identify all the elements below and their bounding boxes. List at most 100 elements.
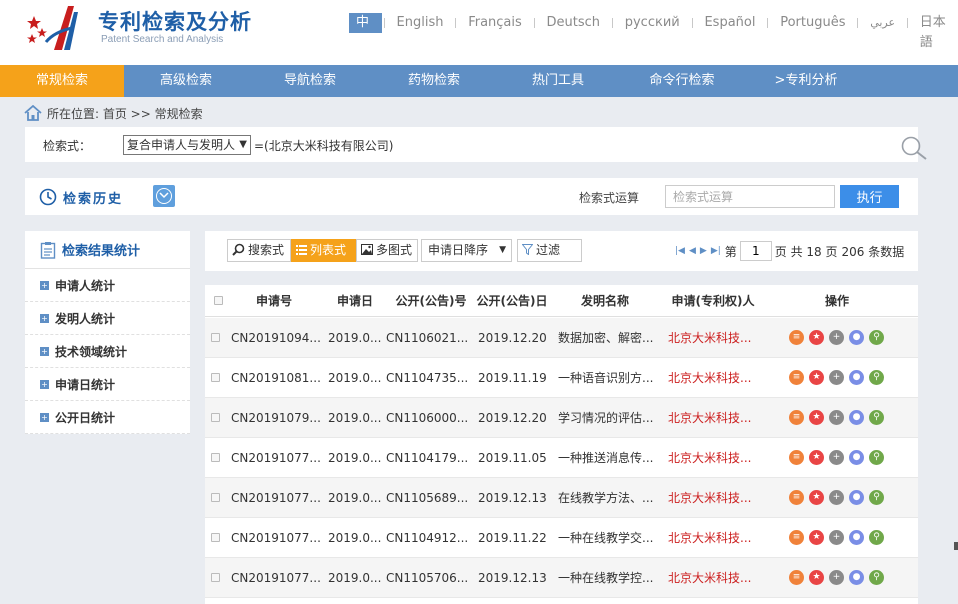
cell-pub-no[interactable]: CN1104912... (386, 518, 474, 557)
multi-image-view-button[interactable]: 多图式 (356, 239, 418, 262)
nav-regular-search[interactable]: 常规检索 (0, 65, 124, 97)
table-row[interactable]: CN20191081... 2019.0... CN1104735... 201… (205, 358, 918, 398)
cell-app-no[interactable]: CN20191077... (231, 478, 323, 517)
table-row[interactable]: CN20191077... 2019.0... CN1104179... 201… (205, 438, 918, 478)
cell-app-no[interactable]: CN20191077... (231, 518, 323, 557)
stat-inventor[interactable]: + 发明人统计 (25, 302, 190, 335)
col-app-no[interactable]: 申请号 (231, 285, 317, 316)
expression-view-button[interactable]: 搜索式 (227, 239, 291, 262)
search-icon[interactable]: ⚲ (869, 410, 884, 425)
cell-pub-no[interactable]: CN1105689... (386, 478, 474, 517)
list-icon[interactable]: ≡ (789, 570, 804, 585)
list-icon[interactable]: ≡ (789, 370, 804, 385)
table-row[interactable]: CN20191094... 2019.0... CN1106021... 201… (205, 318, 918, 358)
plus-icon[interactable]: + (829, 570, 844, 585)
star-icon[interactable]: ★ (809, 330, 824, 345)
list-icon[interactable]: ≡ (789, 330, 804, 345)
lang-ru[interactable]: русский (615, 13, 690, 33)
stat-pub-date[interactable]: + 公开日统计 (25, 401, 190, 434)
stat-applicant[interactable]: + 申请人统计 (25, 269, 190, 302)
search-icon[interactable]: ⚲ (869, 450, 884, 465)
list-icon[interactable]: ≡ (789, 490, 804, 505)
stat-tech-field[interactable]: + 技术领域统计 (25, 335, 190, 368)
user-icon[interactable]: ● (849, 490, 864, 505)
plus-icon[interactable]: + (829, 530, 844, 545)
star-icon[interactable]: ★ (809, 370, 824, 385)
prev-page-icon[interactable]: ◀ (689, 246, 696, 256)
search-field-select[interactable]: 复合申请人与发明人 ▼ (123, 135, 251, 155)
row-checkbox[interactable] (211, 333, 220, 342)
table-row[interactable]: CN20191079... 2019.0... CN1106000... 201… (205, 398, 918, 438)
plus-icon[interactable]: + (829, 330, 844, 345)
expression-operation-input[interactable] (665, 185, 835, 208)
cell-title[interactable]: 一种推送消息传... (558, 438, 656, 477)
plus-icon[interactable]: + (829, 370, 844, 385)
history-expand-button[interactable] (153, 185, 175, 207)
last-page-icon[interactable]: ▶| (711, 246, 721, 256)
cell-applicant[interactable]: 北京大米科技... (668, 318, 764, 357)
cell-applicant[interactable]: 北京大米科技... (668, 478, 764, 517)
cell-applicant[interactable]: 北京大米科技... (668, 358, 764, 397)
lang-zh[interactable]: 中文 (349, 13, 382, 50)
plus-icon[interactable]: + (829, 490, 844, 505)
nav-advanced-search[interactable]: 高级检索 (124, 65, 248, 97)
star-icon[interactable]: ★ (809, 530, 824, 545)
nav-command-search[interactable]: 命令行检索 (620, 65, 744, 97)
list-view-button[interactable]: 列表式 (291, 239, 356, 262)
cell-title[interactable]: 一种在线教学交... (558, 518, 656, 557)
col-applicant[interactable]: 申请(专利权)人 (663, 285, 763, 316)
nav-patent-analysis[interactable]: >专利分析 (744, 65, 868, 97)
list-icon[interactable]: ≡ (789, 450, 804, 465)
search-icon[interactable]: ⚲ (869, 490, 884, 505)
col-title[interactable]: 发明名称 (557, 285, 653, 316)
search-expression[interactable]: =(北京大米科技有限公司) (254, 137, 393, 154)
lang-pt[interactable]: Português (770, 13, 855, 33)
nav-hot-tools[interactable]: 热门工具 (496, 65, 620, 97)
cell-pub-no[interactable]: CN1106021... (386, 318, 474, 357)
lang-ja[interactable]: 日本語 (910, 13, 958, 50)
cell-title[interactable]: 学习情况的评估... (558, 398, 656, 437)
list-icon[interactable]: ≡ (789, 530, 804, 545)
row-checkbox[interactable] (211, 493, 220, 502)
table-row[interactable]: CN20191077... 2019.0... CN1104912... 201… (205, 518, 918, 558)
user-icon[interactable]: ● (849, 450, 864, 465)
cell-applicant[interactable]: 北京大米科技... (668, 558, 764, 597)
search-icon[interactable]: ⚲ (869, 370, 884, 385)
row-checkbox[interactable] (211, 453, 220, 462)
user-icon[interactable]: ● (849, 330, 864, 345)
user-icon[interactable]: ● (849, 410, 864, 425)
lang-fr[interactable]: Français (458, 13, 532, 33)
first-page-icon[interactable]: |◀ (675, 246, 685, 256)
col-pub-no[interactable]: 公开(公告)号 (385, 285, 477, 316)
nav-navigation-search[interactable]: 导航检索 (248, 65, 372, 97)
row-checkbox[interactable] (211, 413, 220, 422)
star-icon[interactable]: ★ (809, 410, 824, 425)
cell-applicant[interactable]: 北京大米科技... (668, 518, 764, 557)
star-icon[interactable]: ★ (809, 450, 824, 465)
cell-pub-no[interactable]: CN1106000... (386, 398, 474, 437)
row-checkbox[interactable] (211, 373, 220, 382)
table-row[interactable]: CN20191077... 2019.0... CN1105706... 201… (205, 558, 918, 598)
star-icon[interactable]: ★ (809, 490, 824, 505)
cell-app-no[interactable]: CN20191077... (231, 558, 323, 597)
cell-app-no[interactable]: CN20191094... (231, 318, 323, 357)
cell-applicant[interactable]: 北京大米科技... (668, 438, 764, 477)
nav-drug-search[interactable]: 药物检索 (372, 65, 496, 97)
cell-applicant[interactable]: 北京大米科技... (668, 398, 764, 437)
list-icon[interactable]: ≡ (789, 410, 804, 425)
search-icon[interactable]: ⚲ (869, 330, 884, 345)
cell-title[interactable]: 数据加密、解密... (558, 318, 656, 357)
stat-app-date[interactable]: + 申请日统计 (25, 368, 190, 401)
page-number-input[interactable] (739, 241, 772, 261)
row-checkbox[interactable] (211, 533, 220, 542)
search-icon[interactable] (900, 135, 930, 161)
lang-de[interactable]: Deutsch (537, 13, 611, 33)
plus-icon[interactable]: + (829, 410, 844, 425)
cell-pub-no[interactable]: CN1105706... (386, 558, 474, 597)
user-icon[interactable]: ● (849, 370, 864, 385)
select-all-checkbox[interactable] (213, 296, 223, 305)
col-app-date[interactable]: 申请日 (329, 285, 381, 316)
lang-en[interactable]: English (387, 13, 454, 33)
next-page-icon[interactable]: ▶ (700, 246, 707, 256)
sort-select[interactable]: 申请日降序 ▼ (421, 239, 512, 262)
